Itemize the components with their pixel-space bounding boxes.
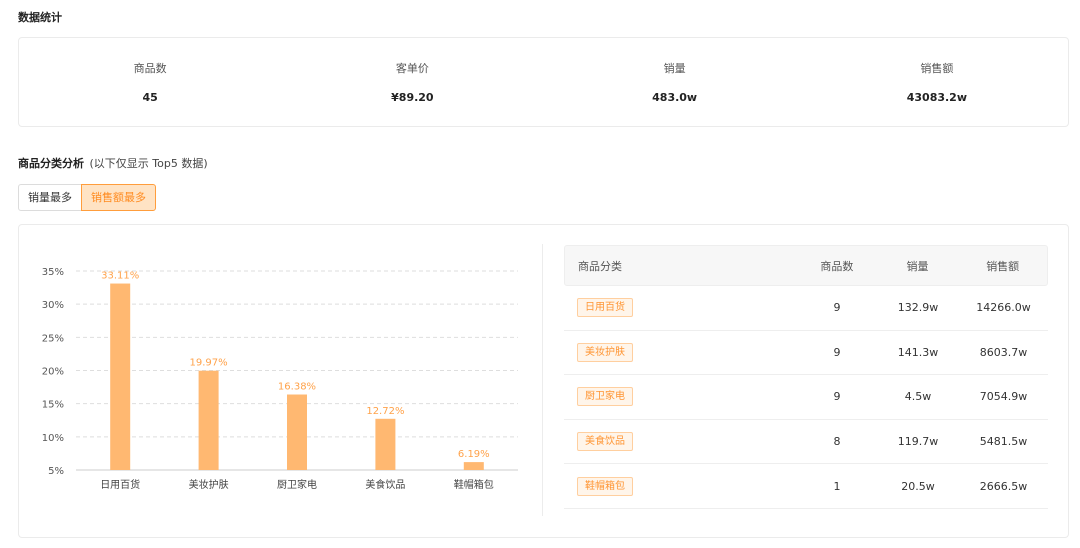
cell-sales: 20.5w bbox=[901, 479, 935, 493]
category-tag: 厨卫家电 bbox=[577, 387, 633, 407]
table-row[interactable]: 美食饮品 8 119.7w 5481.5w bbox=[564, 420, 1048, 465]
y-tick-label: 20% bbox=[42, 367, 64, 378]
y-tick-label: 15% bbox=[42, 400, 64, 411]
bar bbox=[287, 394, 307, 470]
category-table: 商品分类 商品数 销量 销售额 日用百货 9 132.9w 14266.0w 美… bbox=[564, 245, 1048, 509]
cell-count: 9 bbox=[833, 301, 841, 315]
cell-sales: 141.3w bbox=[897, 345, 939, 359]
stat-sales-volume: 销量 483.0w bbox=[544, 38, 806, 126]
table-row[interactable]: 美妆护肤 9 141.3w 8603.7w bbox=[564, 331, 1048, 376]
cell-count: 8 bbox=[833, 435, 841, 449]
cell-sales: 132.9w bbox=[897, 301, 939, 315]
stats-card: 商品数 45 客单价 ¥89.20 销量 483.0w 销售额 43083.2w bbox=[18, 37, 1069, 127]
bar-value-label: 12.72% bbox=[366, 406, 404, 417]
header-category: 商品分类 bbox=[578, 259, 622, 273]
y-tick-label: 35% bbox=[42, 267, 64, 278]
x-tick-label: 厨卫家电 bbox=[277, 478, 317, 491]
x-tick-label: 日用百货 bbox=[100, 478, 140, 491]
bar bbox=[375, 418, 396, 470]
cell-revenue: 8603.7w bbox=[979, 345, 1028, 359]
stat-label: 销量 bbox=[663, 62, 686, 75]
bar-value-label: 6.19% bbox=[458, 449, 490, 460]
bar-value-label: 16.38% bbox=[278, 382, 316, 393]
stat-value: ¥89.20 bbox=[391, 91, 434, 104]
panel-divider bbox=[542, 244, 543, 516]
category-tag: 鞋帽箱包 bbox=[577, 476, 633, 496]
cell-revenue: 7054.9w bbox=[979, 390, 1028, 404]
table-row[interactable]: 日用百货 9 132.9w 14266.0w bbox=[564, 286, 1048, 331]
category-analysis-heading: 商品分类分析 bbox=[18, 157, 84, 170]
sort-toggle: 销量最多 销售额最多 bbox=[18, 184, 156, 211]
table-row[interactable]: 厨卫家电 9 4.5w 7054.9w bbox=[564, 375, 1048, 420]
toggle-most-revenue-button[interactable]: 销售额最多 bbox=[81, 184, 156, 211]
cell-count: 9 bbox=[833, 390, 841, 404]
stat-product-count: 商品数 45 bbox=[19, 38, 281, 126]
table-header: 商品分类 商品数 销量 销售额 bbox=[564, 245, 1048, 286]
header-count: 商品数 bbox=[820, 259, 854, 273]
stat-label: 客单价 bbox=[395, 62, 429, 75]
category-analysis-title: 商品分类分析 (以下仅显示 Top5 数据) bbox=[18, 155, 208, 171]
stat-value: 483.0w bbox=[652, 91, 698, 104]
stat-label: 销售额 bbox=[920, 62, 954, 75]
x-tick-label: 鞋帽箱包 bbox=[454, 478, 494, 491]
stat-revenue: 销售额 43083.2w bbox=[806, 38, 1068, 126]
y-tick-label: 30% bbox=[42, 300, 64, 311]
cell-revenue: 2666.5w bbox=[979, 479, 1028, 493]
stat-label: 商品数 bbox=[133, 62, 167, 75]
cell-count: 1 bbox=[833, 479, 841, 493]
bar bbox=[110, 283, 131, 470]
bar-value-label: 33.11% bbox=[101, 271, 139, 282]
cell-revenue: 5481.5w bbox=[979, 435, 1028, 449]
stat-value: 43083.2w bbox=[906, 91, 967, 104]
section-title: 数据统计 bbox=[18, 11, 62, 24]
cell-revenue: 14266.0w bbox=[976, 301, 1031, 315]
cell-count: 9 bbox=[833, 345, 841, 359]
bar-value-label: 19.97% bbox=[190, 358, 228, 369]
table-row[interactable]: 鞋帽箱包 1 20.5w 2666.5w bbox=[564, 464, 1048, 509]
bar bbox=[463, 462, 484, 470]
category-tag: 美食饮品 bbox=[577, 432, 633, 452]
header-revenue: 销售额 bbox=[986, 259, 1020, 273]
category-tag: 日用百货 bbox=[577, 298, 633, 318]
category-analysis-note: (以下仅显示 Top5 数据) bbox=[89, 157, 208, 170]
y-tick-label: 25% bbox=[42, 333, 64, 344]
bar bbox=[198, 370, 219, 470]
toggle-most-sales-button[interactable]: 销量最多 bbox=[18, 184, 82, 211]
header-sales: 销量 bbox=[906, 259, 929, 273]
x-tick-label: 美妆护肤 bbox=[189, 478, 229, 491]
category-bar-chart: 5% 10% 15% 20% 25% 30% 35% 33.11% 日用百货 19.97% 美妆护肤… bbox=[42, 267, 518, 491]
y-tick-label: 10% bbox=[42, 433, 64, 444]
category-tag: 美妆护肤 bbox=[577, 342, 633, 362]
x-tick-label: 美食饮品 bbox=[365, 478, 405, 491]
stat-unit-price: 客单价 ¥89.20 bbox=[281, 38, 543, 126]
cell-sales: 119.7w bbox=[897, 435, 939, 449]
y-tick-label: 5% bbox=[48, 466, 64, 477]
stat-value: 45 bbox=[142, 91, 158, 104]
cell-sales: 4.5w bbox=[904, 390, 932, 404]
